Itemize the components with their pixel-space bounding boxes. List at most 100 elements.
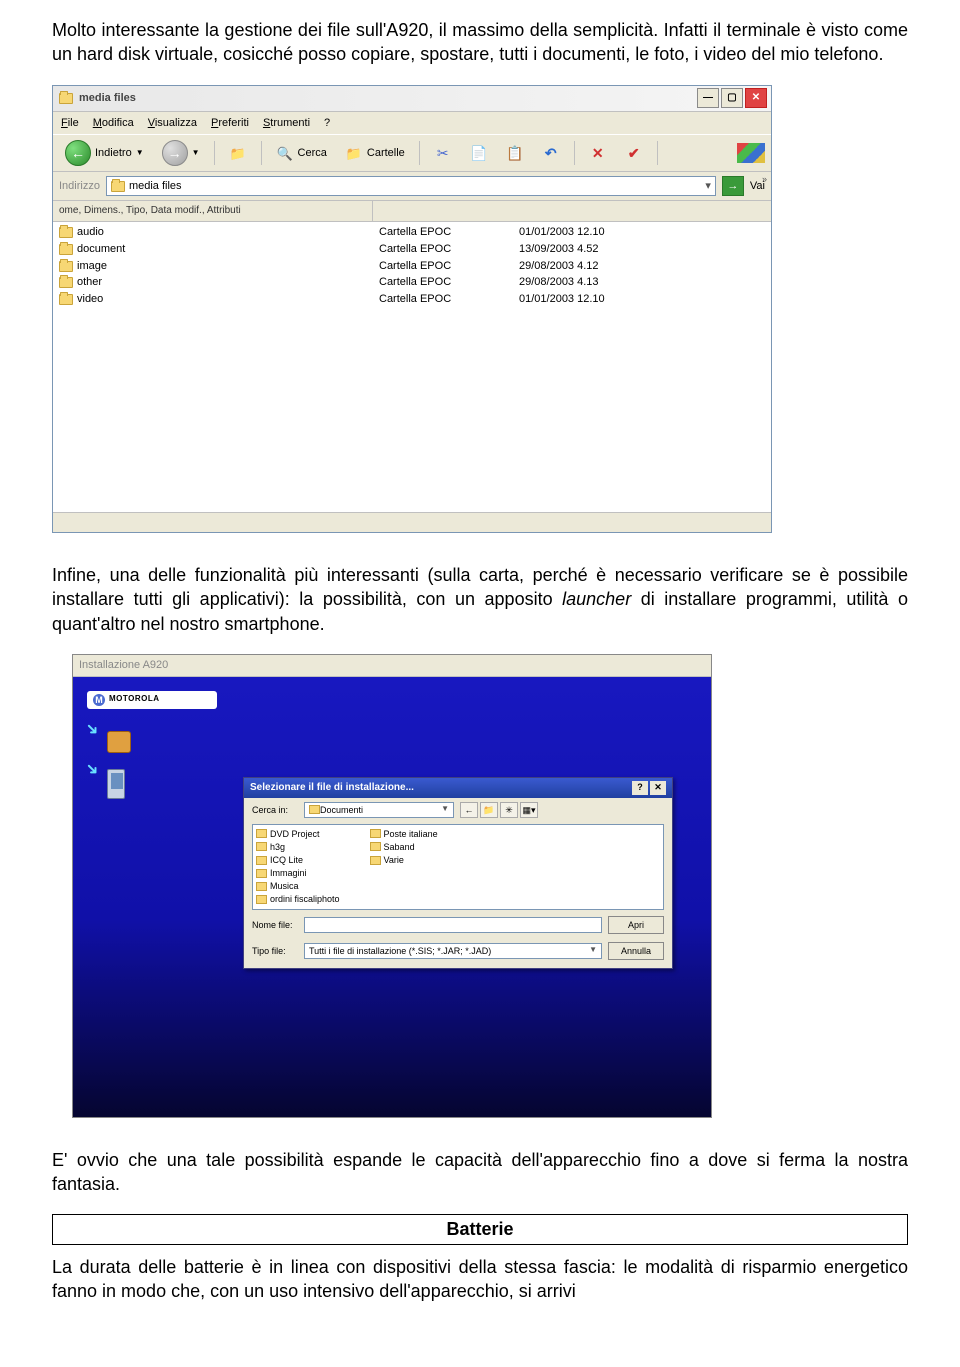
folder-icon [370,856,381,865]
minimize-button[interactable]: — [697,88,719,108]
file-open-dialog: Selezionare il file di installazione... … [243,777,673,969]
undo-icon [542,144,560,162]
table-row[interactable]: otherCartella EPOC29/08/2003 4.13 [53,274,771,291]
cut-icon [434,144,452,162]
list-item[interactable]: DVD Project [256,828,340,840]
folder-icon [256,895,267,904]
address-label: Indirizzo [59,179,100,194]
menu-fav[interactable]: Preferiti [211,116,249,131]
folders-button[interactable]: Cartelle [339,142,411,164]
properties-button[interactable] [619,142,649,164]
section-heading: Batterie [52,1214,908,1244]
filename-input[interactable] [304,917,602,933]
address-input[interactable]: media files ▾ [106,176,716,196]
folder-icon [309,805,320,814]
delete-icon [589,144,607,162]
folder-icon [370,842,381,851]
list-item[interactable]: Immagini [256,867,340,879]
filetype-combo[interactable]: Tutti i file di installazione (*.SIS; *.… [304,943,602,959]
folders-icon [345,144,363,162]
address-bar: Indirizzo media files ▾ → Vai [53,172,771,201]
look-in-label: Cerca in: [252,804,298,816]
dialog-file-list[interactable]: DVD Projecth3gICQ LiteImmaginiMusicaordi… [252,824,664,910]
forward-button[interactable]: → ▼ [156,138,206,168]
windows-flag-icon [737,143,765,163]
folder-icon [59,277,73,288]
arrow-icon: ➜ [79,757,104,782]
delete-button[interactable] [583,142,613,164]
phone-icon [107,769,125,799]
nav-back-icon[interactable]: ← [460,802,478,818]
view-menu-icon[interactable]: ▦▾ [520,802,538,818]
explorer-screenshot: media files — ▢ ✕ File Modifica Visualiz… [52,85,908,533]
go-button[interactable]: → [722,176,744,196]
maximize-button[interactable]: ▢ [721,88,743,108]
folder-icon [59,261,73,272]
folder-icon [370,829,381,838]
list-item[interactable]: h3g [256,841,340,853]
dialog-close-button[interactable]: ✕ [650,781,666,795]
motorola-icon: M [93,694,105,706]
list-item[interactable]: Musica [256,880,340,892]
folder-icon [111,181,125,192]
cut-button[interactable] [428,142,458,164]
paragraph-2: Infine, una delle funzionalità più inter… [52,563,908,636]
table-row[interactable]: audioCartella EPOC01/01/2003 12.10 [53,224,771,241]
toolbar: ← Indietro ▼ → ▼ Cerca Cartelle [53,134,771,172]
toolbar-overflow[interactable]: » [762,173,767,185]
dialog-help-button[interactable]: ? [632,781,648,795]
new-folder-icon[interactable]: ✳ [500,802,518,818]
paste-icon [506,144,524,162]
nav-up-icon[interactable]: 📁 [480,802,498,818]
list-item[interactable]: Poste italiane [370,828,438,840]
filename-label: Nome file: [252,919,298,931]
menu-bar: File Modifica Visualizza Preferiti Strum… [53,112,771,135]
up-icon [229,144,247,162]
table-row[interactable]: documentCartella EPOC13/09/2003 4.52 [53,241,771,258]
dialog-title: Selezionare il file di installazione... [250,781,414,795]
list-item[interactable]: ICQ Lite [256,854,340,866]
copy-button[interactable] [464,142,494,164]
column-header[interactable]: ome, Dimens., Tipo, Data modif., Attribu… [53,201,771,222]
undo-button[interactable] [536,142,566,164]
menu-tools[interactable]: Strumenti [263,116,310,131]
arrow-icon: ➜ [79,717,104,742]
filetype-label: Tipo file: [252,945,298,957]
list-item[interactable]: Varie [370,854,438,866]
paragraph-1: Molto interessante la gestione dei file … [52,18,908,67]
up-button[interactable] [223,142,253,164]
folder-icon [256,829,267,838]
folder-icon [256,842,267,851]
menu-view[interactable]: Visualizza [148,116,197,131]
folder-icon [59,227,73,238]
status-bar [53,512,771,532]
installer-titlebar: Installazione A920 [73,655,711,677]
motorola-logo: M MOTOROLA [87,691,217,709]
folder-icon [59,244,73,255]
folder-icon [59,294,73,305]
back-button[interactable]: ← Indietro ▼ [59,138,150,168]
look-in-combo[interactable]: Documenti ▼ [304,802,454,818]
table-row[interactable]: imageCartella EPOC29/08/2003 4.12 [53,258,771,275]
list-item[interactable]: ordini fiscaliphoto [256,893,340,905]
list-item[interactable]: Saband [370,841,438,853]
menu-edit[interactable]: Modifica [93,116,134,131]
open-button[interactable]: Apri [608,916,664,934]
back-icon: ← [65,140,91,166]
close-button[interactable]: ✕ [745,88,767,108]
menu-help[interactable]: ? [324,116,330,131]
menu-file[interactable]: File [61,116,79,131]
search-button[interactable]: Cerca [270,142,333,164]
window-titlebar: media files — ▢ ✕ [53,86,771,112]
table-row[interactable]: videoCartella EPOC01/01/2003 12.10 [53,291,771,308]
paste-button[interactable] [500,142,530,164]
chevron-down-icon: ▼ [441,804,449,815]
folder-icon [256,869,267,878]
chevron-down-icon[interactable]: ▾ [705,179,711,194]
cancel-button[interactable]: Annulla [608,942,664,960]
chip-icon [107,731,131,753]
folder-icon [256,882,267,891]
installer-screenshot: Installazione A920 M MOTOROLA ➜ ➜ Selezi… [52,654,908,1118]
forward-icon: → [162,140,188,166]
search-icon [276,144,294,162]
